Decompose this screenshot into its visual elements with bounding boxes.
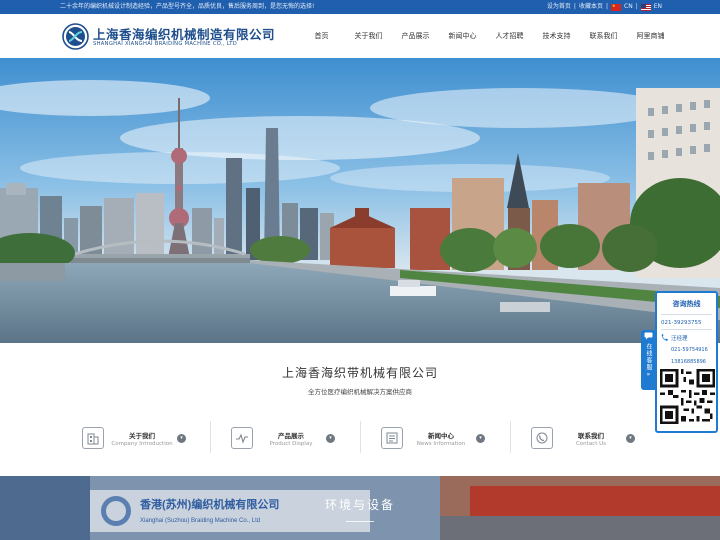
hotline-title: 咨询热线 <box>672 300 701 308</box>
quick-link-label: 新闻中心 <box>428 431 454 440</box>
top-slogan: 二十余年的编织机械设计制造经验，产品型号齐全，品质优良，售后服务周到，是您无悔的… <box>60 3 315 10</box>
nav-home[interactable]: 首页 <box>298 31 345 41</box>
phone-icon <box>660 333 669 342</box>
divider <box>661 314 712 315</box>
quick-link-sublabel: News Information <box>416 440 466 447</box>
nav-contact[interactable]: 联系我们 <box>580 31 627 41</box>
nav-support[interactable]: 技术支持 <box>533 31 580 41</box>
title-underline <box>346 521 374 522</box>
environment-section: 香港(苏州)编织机械有限公司 Xianghai (Suzhou) Braidin… <box>0 476 720 540</box>
contact-mobile[interactable]: 13816885896 <box>671 359 706 365</box>
factory-sign-text-en: Xianghai (Suzhou) Braiding Machine Co., … <box>140 518 260 524</box>
us-flag-icon[interactable] <box>640 3 651 11</box>
nav-careers[interactable]: 人才招聘 <box>486 31 533 41</box>
top-separator: | <box>635 3 638 10</box>
divider <box>210 421 211 453</box>
nav-alibaba-store[interactable]: 阿里商铺 <box>627 31 674 41</box>
chat-icon <box>644 332 653 342</box>
nav-products[interactable]: 产品展示 <box>392 31 439 41</box>
top-links: 设为首页 | 收藏本页 | CN | EN <box>547 0 662 14</box>
qr-code-icon <box>660 369 715 424</box>
quick-link-label: 联系我们 <box>578 431 604 440</box>
add-favorite-link[interactable]: 收藏本页 <box>579 0 603 14</box>
quick-link-contact[interactable]: 联系我们 Contact Us ▾ <box>531 423 635 453</box>
company-logo-icon[interactable] <box>62 23 89 50</box>
newspaper-icon <box>381 427 403 449</box>
divider <box>661 329 712 330</box>
chevron-down-icon[interactable]: ▾ <box>626 433 635 443</box>
company-intro-section: 上海香海织带机械有限公司 全方位医疗编织机械解决方案供应商 关于我们 Compa… <box>0 343 720 476</box>
quick-link-label: 关于我们 <box>129 431 155 440</box>
nav-about[interactable]: 关于我们 <box>345 31 392 41</box>
quick-link-sublabel: Contact Us <box>575 440 607 447</box>
top-separator: | <box>605 3 608 10</box>
lang-en-link[interactable]: EN <box>654 0 662 14</box>
hero-banner[interactable] <box>0 58 720 343</box>
set-home-link[interactable]: 设为首页 <box>547 0 571 14</box>
quick-link-sublabel: Product Display <box>269 440 313 447</box>
quick-link-products[interactable]: 产品展示 Product Display ▾ <box>231 423 335 453</box>
divider <box>360 421 361 453</box>
main-nav: 首页 关于我们 产品展示 新闻中心 人才招聘 技术支持 联系我们 阿里商铺 <box>298 14 674 58</box>
china-flag-icon[interactable] <box>611 2 621 11</box>
lang-cn-link[interactable]: CN <box>624 0 633 14</box>
brand-name-en: SHANGHAI XIANGHAI BRAIDING MACHINE CO., … <box>93 41 238 47</box>
building-icon <box>82 427 104 449</box>
wave-icon <box>231 427 253 449</box>
shanghai-skyline-image <box>0 58 720 343</box>
divider <box>510 421 511 453</box>
top-separator: | <box>573 3 576 10</box>
phone-icon <box>531 427 553 449</box>
contact-float-panel: 咨询热线 021-39293755 汪经理 021-59754916 13816… <box>655 291 718 433</box>
chevron-down-icon[interactable]: ▾ <box>177 433 186 443</box>
quick-link-label: 产品展示 <box>278 431 304 440</box>
quick-link-about[interactable]: 关于我们 Company Introduction ▾ <box>82 423 186 453</box>
quick-link-news[interactable]: 新闻中心 News Information ▾ <box>381 423 485 453</box>
site-header: 上海香海编织机械制造有限公司 SHANGHAI XIANGHAI BRAIDIN… <box>0 14 720 58</box>
quick-link-sublabel: Company Introduction <box>111 440 173 447</box>
expand-arrow-icon: » <box>646 371 651 378</box>
contact-phone[interactable]: 021-59754916 <box>671 347 708 353</box>
environment-title: 环境与设备 <box>324 498 395 512</box>
hotline-number[interactable]: 021-39293755 <box>661 320 701 326</box>
contact-name: 汪经理 <box>671 336 688 342</box>
online-service-tab[interactable]: 在线客服 » <box>641 330 656 390</box>
company-title: 上海香海织带机械有限公司 <box>281 366 438 380</box>
chevron-down-icon[interactable]: ▾ <box>326 433 335 443</box>
online-service-label: 在线客服 <box>645 343 652 371</box>
top-bar: 二十余年的编织机械设计制造经验，产品型号齐全，品质优良，售后服务周到，是您无悔的… <box>0 0 720 14</box>
company-subtitle: 全方位医疗编织机械解决方案供应商 <box>308 388 412 396</box>
nav-news[interactable]: 新闻中心 <box>439 31 486 41</box>
chevron-down-icon[interactable]: ▾ <box>476 433 485 443</box>
